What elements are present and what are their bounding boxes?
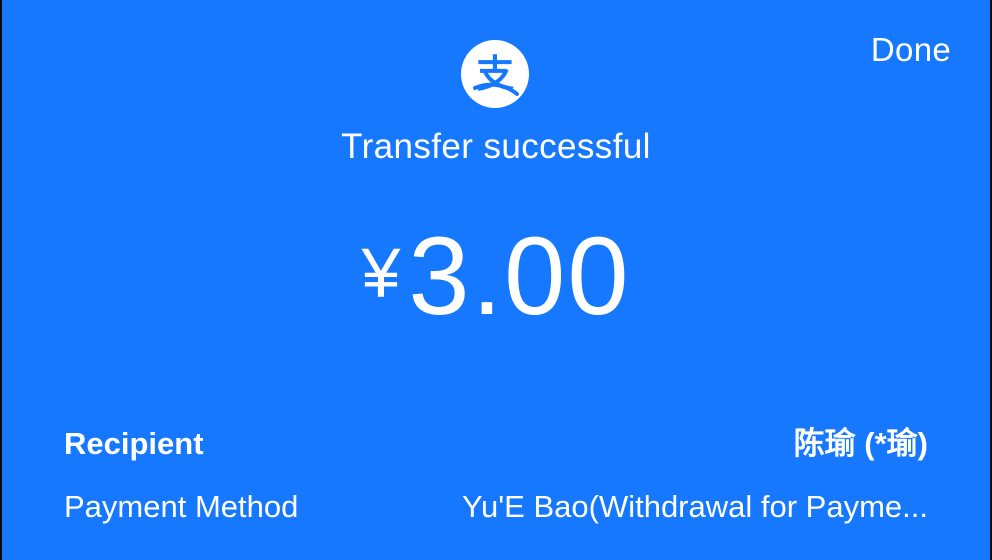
payment-method-value: Yu'E Bao(Withdrawal for Payme...	[462, 489, 928, 524]
amount-value: 3.00	[408, 215, 631, 338]
alipay-logo-glyph: 支	[473, 52, 519, 96]
recipient-value: 陈瑜 (*瑜)	[793, 426, 928, 461]
status-title: Transfer successful	[341, 127, 651, 166]
amount-display: ¥3.00	[0, 222, 992, 332]
payment-method-label: Payment Method	[64, 489, 299, 524]
done-button[interactable]: Done	[871, 30, 951, 70]
currency-symbol: ¥	[361, 234, 401, 312]
payment-method-row: Payment Method Yu'E Bao(Withdrawal for P…	[64, 485, 928, 529]
recipient-row: Recipient 陈瑜 (*瑜)	[64, 422, 928, 466]
recipient-label: Recipient	[64, 426, 204, 461]
alipay-logo-icon: 支	[461, 40, 529, 108]
transfer-result-screen: Done 支 Transfer successful ¥3.00 Recipie…	[0, 0, 992, 560]
